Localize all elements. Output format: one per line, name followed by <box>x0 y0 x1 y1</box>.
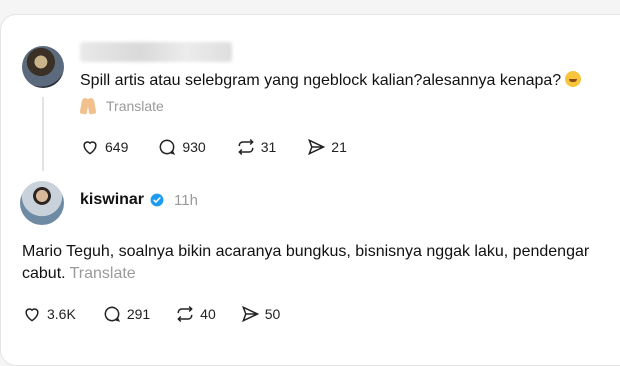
share-icon <box>308 138 326 156</box>
post-repost-button[interactable]: 31 <box>236 137 277 157</box>
heart-icon <box>25 308 39 322</box>
reply-like-count: 3.6K <box>47 306 76 322</box>
verified-badge-icon <box>150 193 164 207</box>
comment-icon <box>104 306 120 322</box>
reply-text-line-1: Mario Teguh, soalnya bikin acaranya bung… <box>22 243 590 260</box>
post-share-button[interactable]: 21 <box>306 137 347 157</box>
reply-text-line-2: cabut. <box>22 265 66 282</box>
post-text: Spill artis atau selebgram yang ngeblock… <box>80 71 582 90</box>
reply-repost-button[interactable]: 40 <box>175 304 216 324</box>
post-text-content: Spill artis atau selebgram yang ngeblock… <box>80 72 562 89</box>
post-comment-count: 930 <box>182 139 206 155</box>
reply-text-line-2-row: cabut. Translate <box>22 263 589 285</box>
post-like-count: 649 <box>105 139 129 155</box>
rofl-emoji-icon <box>565 71 582 87</box>
reply-header: kiswinar 11h <box>80 191 198 209</box>
folded-hands-emoji-icon <box>80 98 96 114</box>
heart-icon <box>83 141 97 155</box>
reply-repost-count: 40 <box>200 306 216 322</box>
share-icon <box>241 305 260 323</box>
reply-comment-count: 291 <box>126 306 151 322</box>
thread-connector-line <box>42 97 44 171</box>
reply-share-count: 50 <box>264 306 281 322</box>
post-like-button[interactable]: 649 <box>80 137 128 157</box>
post-comment-button[interactable]: 930 <box>157 137 206 157</box>
post-translate-link[interactable]: Translate <box>106 98 164 114</box>
reply-like-button[interactable]: 3.6K <box>22 304 76 324</box>
reply-comment-button[interactable]: 291 <box>102 304 150 324</box>
repost-icon <box>177 305 193 323</box>
repost-icon <box>237 138 254 156</box>
reply-actions: 3.6K 291 40 50 <box>22 304 280 324</box>
reply-text: Mario Teguh, soalnya bikin acaranya bung… <box>22 241 589 285</box>
reply-share-button[interactable]: 50 <box>240 304 281 324</box>
reply-author-name[interactable]: kiswinar <box>80 191 144 209</box>
post-share-count: 21 <box>331 139 347 155</box>
reply-timestamp: 11h <box>174 191 198 209</box>
post-translate-row[interactable]: Translate <box>80 98 164 114</box>
blurred-username <box>80 42 232 62</box>
original-poster-avatar[interactable] <box>22 46 64 88</box>
comment-icon <box>159 139 176 155</box>
post-actions: 649 930 31 21 <box>80 137 347 157</box>
post-repost-count: 31 <box>260 139 277 155</box>
reply-translate-link[interactable]: Translate <box>70 265 136 282</box>
reply-author-avatar[interactable] <box>20 181 64 225</box>
